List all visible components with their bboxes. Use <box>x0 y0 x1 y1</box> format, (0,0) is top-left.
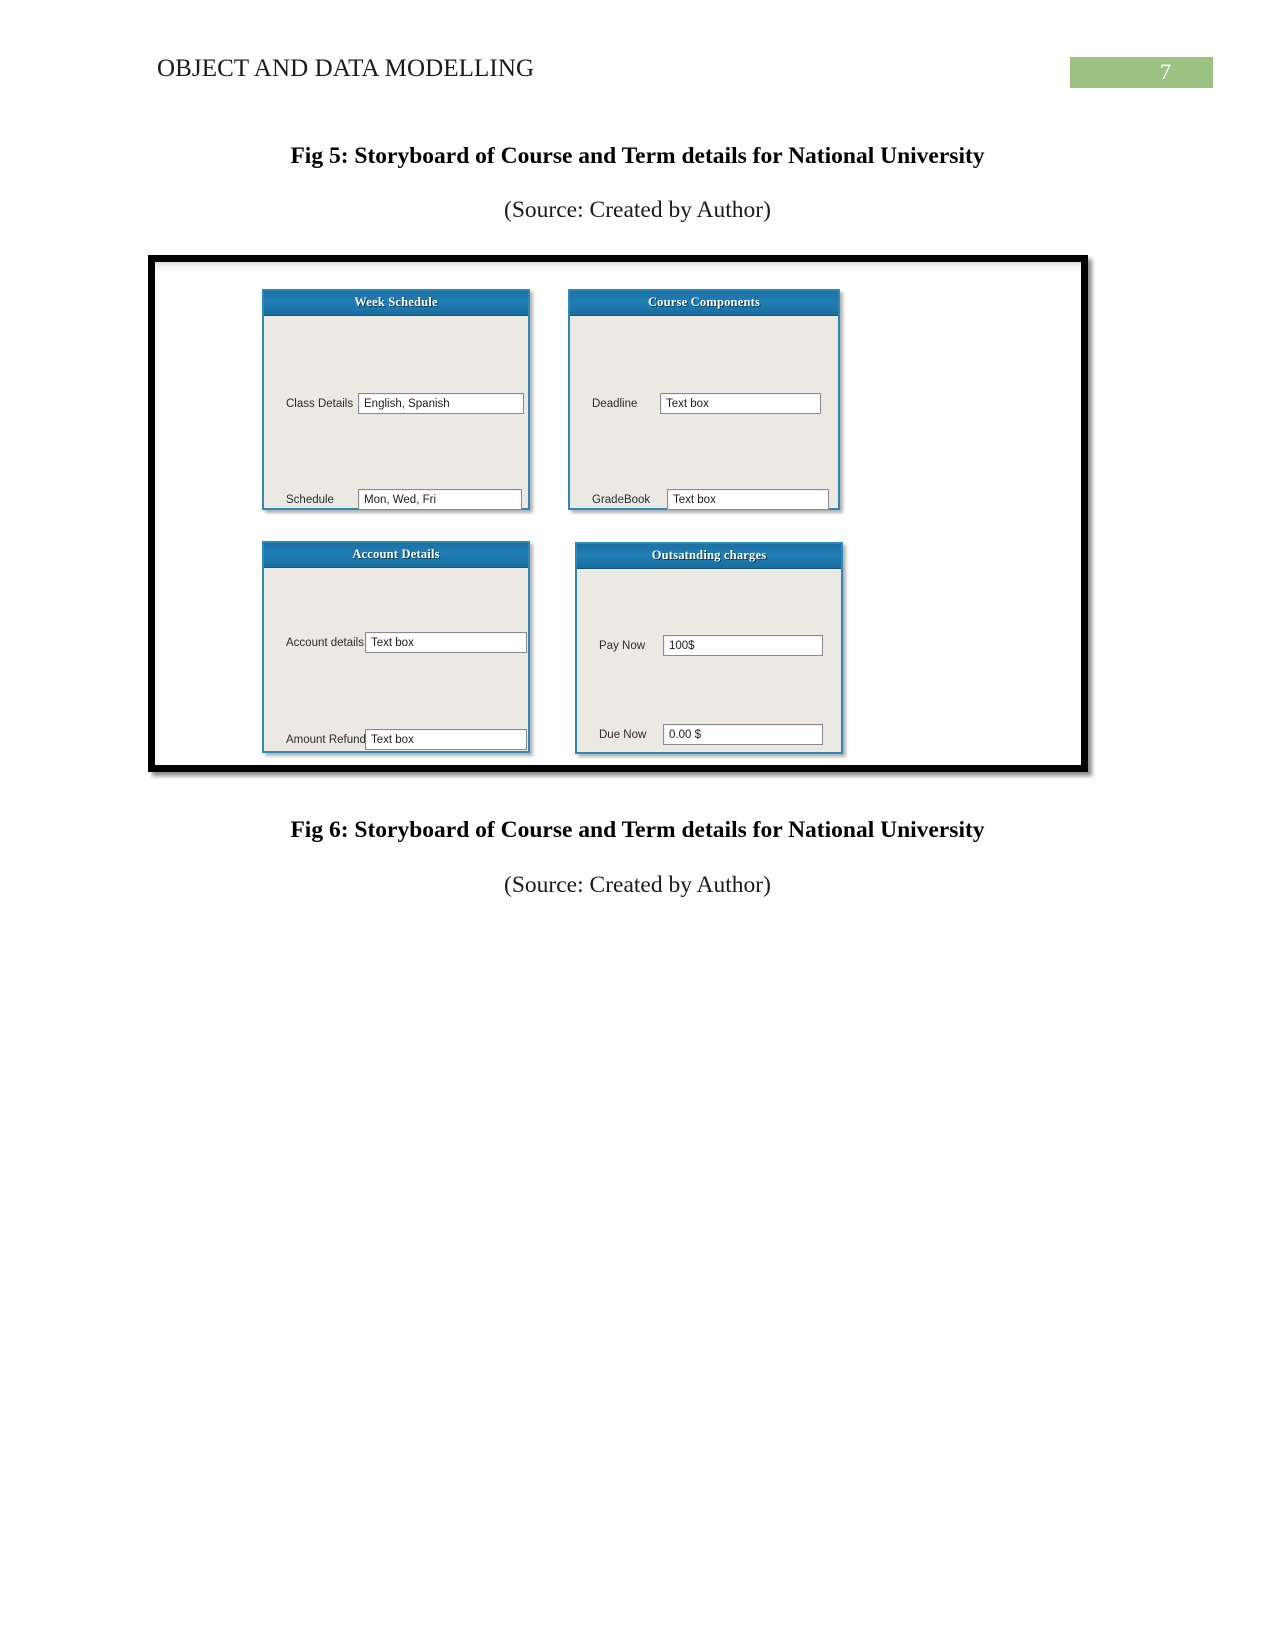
field-label-amount-refund: Amount Refund <box>286 733 366 746</box>
figure-5-caption: Fig 5: Storyboard of Course and Term det… <box>290 143 985 169</box>
panel-title-account-details: Account Details <box>352 547 440 561</box>
panel-titlebar: Account Details <box>264 543 528 568</box>
figure-6-caption: Fig 6: Storyboard of Course and Term det… <box>290 817 985 843</box>
page-title: OBJECT AND DATA MODELLING <box>157 55 535 82</box>
panel-course-components: Course Components Deadline Text box Grad… <box>568 289 840 510</box>
page-number-badge: 7 <box>1070 57 1213 88</box>
panel-title-course-components: Course Components <box>647 295 761 309</box>
field-row: Class Details English, Spanish <box>286 393 524 414</box>
field-row: Due Now 0.00 $ <box>599 724 823 745</box>
panel-body: Account details Text box Amount Refund T… <box>264 568 528 751</box>
field-input-account-details[interactable]: Text box <box>365 632 527 653</box>
field-row: Account details Text box <box>286 632 527 653</box>
figure-5-source: (Source: Created by Author) <box>504 197 771 223</box>
field-row: Schedule Mon, Wed, Fri <box>286 489 522 510</box>
field-input-class-details[interactable]: English, Spanish <box>358 393 524 414</box>
panel-title-outstanding-charges: Outsatnding charges <box>651 548 767 562</box>
field-row: Deadline Text box <box>592 393 821 414</box>
panel-body: Pay Now 100$ Due Now 0.00 $ <box>577 569 841 752</box>
panel-week-schedule: Week Schedule Class Details English, Spa… <box>262 289 530 510</box>
field-row: GradeBook Text box <box>592 489 829 510</box>
page-number-text: 7 <box>1160 59 1171 84</box>
field-input-due-now[interactable]: 0.00 $ <box>663 724 823 745</box>
figure-6-source: (Source: Created by Author) <box>504 872 771 898</box>
storyboard-figure: Week Schedule Class Details English, Spa… <box>148 255 1088 772</box>
field-label-account-details: Account details <box>286 636 364 649</box>
field-label-pay-now: Pay Now <box>599 639 646 652</box>
panel-account-details: Account Details Account details Text box… <box>262 541 530 753</box>
field-label-gradebook: GradeBook <box>592 493 651 506</box>
document-page: OBJECT AND DATA MODELLING 7 Fig 5: Story… <box>0 0 1275 1650</box>
field-input-pay-now[interactable]: 100$ <box>663 635 823 656</box>
field-input-schedule[interactable]: Mon, Wed, Fri <box>358 489 522 510</box>
storyboard-canvas: Week Schedule Class Details English, Spa… <box>155 262 1081 765</box>
field-label-deadline: Deadline <box>592 397 638 410</box>
panel-title-week-schedule: Week Schedule <box>354 295 438 309</box>
field-input-amount-refund[interactable]: Text box <box>365 729 527 750</box>
field-input-gradebook[interactable]: Text box <box>667 489 829 510</box>
field-label-class-details: Class Details <box>286 397 354 410</box>
panel-outstanding-charges: Outsatnding charges Pay Now 100$ Due Now… <box>575 542 843 754</box>
document-header: OBJECT AND DATA MODELLING 7 <box>0 0 1275 110</box>
field-label-due-now: Due Now <box>599 728 647 741</box>
field-label-schedule: Schedule <box>286 493 334 506</box>
panel-body: Class Details English, Spanish Schedule … <box>264 316 528 510</box>
panel-body: Deadline Text box GradeBook Text box <box>570 316 838 510</box>
field-row: Pay Now 100$ <box>599 635 823 656</box>
panel-titlebar: Outsatnding charges <box>577 544 841 569</box>
field-input-deadline[interactable]: Text box <box>660 393 821 414</box>
panel-titlebar: Week Schedule <box>264 291 528 316</box>
panel-titlebar: Course Components <box>570 291 838 316</box>
field-row: Amount Refund Text box <box>286 729 527 750</box>
